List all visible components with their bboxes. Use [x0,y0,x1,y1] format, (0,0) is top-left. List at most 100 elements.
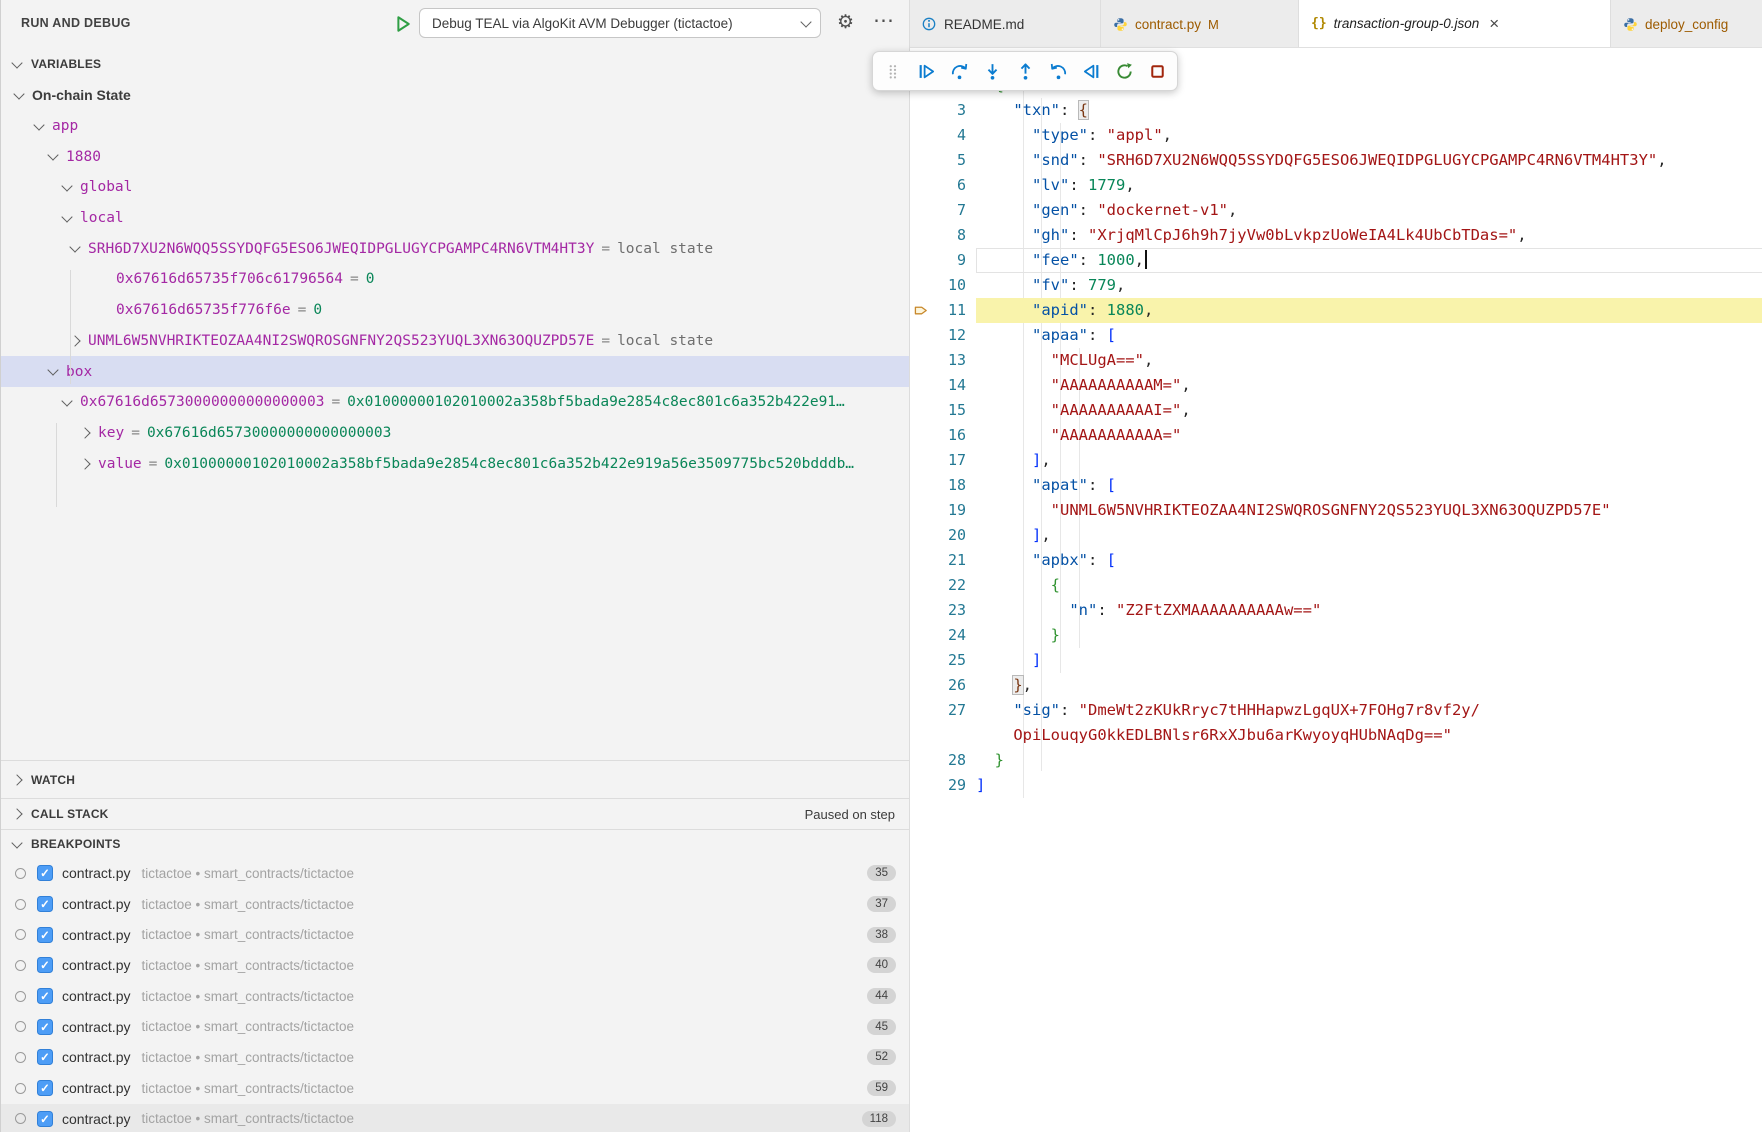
chevron-right-icon[interactable] [79,427,90,438]
tree-item-var[interactable]: global [1,172,909,203]
breakpoint-row[interactable]: ✓contract.pytictactoe • smart_contracts/… [1,950,909,981]
breakpoint-checkbox[interactable]: ✓ [37,865,53,881]
code-text[interactable]: "txn": { [976,98,1762,123]
code-text[interactable]: "MCLUgA==", [976,348,1762,373]
tree-item-var[interactable]: key=0x67616d65730000000000000003 [1,418,909,449]
breakpoint-row[interactable]: ✓contract.pytictactoe • smart_contracts/… [1,1073,909,1104]
editor-gutter[interactable]: 15 [909,398,976,423]
code-text[interactable]: "fv": 779, [976,273,1762,298]
code-text[interactable]: "AAAAAAAAAAI=", [976,398,1762,423]
editor-gutter[interactable]: 4 [909,123,976,148]
tab-contract-py[interactable]: contract.pyM [1101,0,1299,48]
breakpoints-section-header[interactable]: BREAKPOINTS [1,829,909,858]
code-text[interactable]: OpiLouqyG0kkEDLBNlsr6RxXJbu6arKwyoyqHUbN… [976,723,1762,748]
code-text[interactable]: } [976,748,1762,773]
editor-pane[interactable]: 1[2 {3 "txn": {4 "type": "appl",5 "snd":… [909,48,1762,1132]
code-text[interactable]: "gen": "dockernet-v1", [976,198,1762,223]
step-out-button[interactable] [1015,61,1035,81]
editor-gutter[interactable]: 7 [909,198,976,223]
editor-gutter[interactable]: 21 [909,548,976,573]
watch-section-header[interactable]: WATCH [1,760,909,798]
editor-gutter[interactable]: 14 [909,373,976,398]
chevron-down-icon[interactable] [61,180,72,191]
breakpoint-checkbox[interactable]: ✓ [37,1019,53,1035]
tab-readme-md[interactable]: README.md [909,0,1101,48]
variables-section-header[interactable]: VARIABLES [1,48,909,80]
tree-item-scope[interactable]: On-chain State [1,80,909,111]
editor-gutter[interactable]: 12 [909,323,976,348]
step-back-button[interactable] [1048,61,1068,81]
tree-item-var[interactable]: SRH6D7XU2N6WQQ5SSYDQFG5ESO6JWEQIDPGLUGYC… [1,233,909,264]
breakpoint-checkbox[interactable]: ✓ [37,1049,53,1065]
breakpoint-row[interactable]: ✓contract.pytictactoe • smart_contracts/… [1,1042,909,1073]
breakpoint-row[interactable]: ✓contract.pytictactoe • smart_contracts/… [1,889,909,920]
editor-gutter[interactable]: 22 [909,573,976,598]
gear-icon[interactable]: ⚙ [837,11,854,34]
code-text[interactable]: "fee": 1000, [976,248,1762,273]
code-text[interactable]: ] [976,773,1762,798]
tree-item-var[interactable]: 1880 [1,141,909,172]
editor-gutter[interactable]: 10 [909,273,976,298]
editor-gutter[interactable]: 8 [909,223,976,248]
step-over-button[interactable] [949,61,969,81]
chevron-right-icon[interactable] [79,458,90,469]
tree-item-var[interactable]: 0x67616d65730000000000000003=0x010000001… [1,387,909,418]
code-text[interactable]: { [976,573,1762,598]
code-text[interactable]: "n": "Z2FtZXMAAAAAAAAAAw==" [976,598,1762,623]
editor-gutter[interactable]: 18 [909,473,976,498]
code-text[interactable]: "AAAAAAAAAAA=" [976,423,1762,448]
continue-button[interactable] [916,61,936,81]
code-text[interactable]: "lv": 1779, [976,173,1762,198]
breakpoint-row[interactable]: ✓contract.pytictactoe • smart_contracts/… [1,1011,909,1042]
breakpoint-checkbox[interactable]: ✓ [37,1111,53,1127]
code-text[interactable]: }, [976,673,1762,698]
code-text[interactable]: "UNML6W5NVHRIKTEOZAA4NI2SWQROSGNFNY2QS52… [976,498,1762,523]
stop-button[interactable] [1147,61,1167,81]
code-text[interactable]: "type": "appl", [976,123,1762,148]
editor-gutter[interactable]: 28 [909,748,976,773]
tab-transaction-group-0-json[interactable]: {}transaction-group-0.json× [1299,0,1611,48]
call-stack-section-header[interactable]: CALL STACK Paused on step [1,798,909,829]
code-text[interactable]: ] [976,648,1762,673]
code-text[interactable]: "AAAAAAAAAAM=", [976,373,1762,398]
code-text[interactable]: ], [976,448,1762,473]
code-text[interactable]: ], [976,523,1762,548]
editor-gutter[interactable]: 29 [909,773,976,798]
code-text[interactable]: } [976,623,1762,648]
chevron-down-icon[interactable] [33,119,44,130]
chevron-down-icon[interactable] [47,150,58,161]
breakpoint-row[interactable]: ✓contract.pytictactoe • smart_contracts/… [1,858,909,889]
editor-gutter[interactable]: 16 [909,423,976,448]
sidebar-editor-divider[interactable] [909,0,910,1132]
code-text[interactable]: "apat": [ [976,473,1762,498]
editor-gutter[interactable]: 5 [909,148,976,173]
editor-gutter[interactable]: 26 [909,673,976,698]
chevron-down-icon[interactable] [13,88,24,99]
tree-item-var[interactable]: value=0x01000000102010002a358bf5bada9e28… [1,448,909,479]
breakpoint-checkbox[interactable]: ✓ [37,927,53,943]
chevron-right-icon[interactable] [69,335,80,346]
breakpoint-row[interactable]: ✓contract.pytictactoe • smart_contracts/… [1,919,909,950]
editor-gutter[interactable]: 27 [909,698,976,723]
reverse-continue-button[interactable] [1081,61,1101,81]
step-into-button[interactable] [982,61,1002,81]
chevron-down-icon[interactable] [61,211,72,222]
editor-gutter[interactable]: 19 [909,498,976,523]
code-text[interactable]: "apid": 1880, [976,298,1762,323]
editor-gutter[interactable]: 17 [909,448,976,473]
tree-item-var[interactable]: UNML6W5NVHRIKTEOZAA4NI2SWQROSGNFNY2QS523… [1,326,909,357]
more-actions-icon[interactable]: ⋯ [873,8,895,33]
breakpoint-checkbox[interactable]: ✓ [37,896,53,912]
tree-item-var[interactable]: local [1,203,909,234]
editor-gutter[interactable]: 23 [909,598,976,623]
editor-gutter[interactable]: 9 [909,248,976,273]
chevron-down-icon[interactable] [61,395,72,406]
editor-gutter[interactable]: 11 [909,298,976,323]
restart-button[interactable] [1114,61,1134,81]
close-icon[interactable]: × [1489,15,1499,32]
editor-gutter[interactable]: 13 [909,348,976,373]
breakpoint-row[interactable]: ✓contract.pytictactoe • smart_contracts/… [1,981,909,1012]
chevron-down-icon[interactable] [69,242,80,253]
tree-item-var[interactable]: box [1,356,909,387]
breakpoint-checkbox[interactable]: ✓ [37,1080,53,1096]
